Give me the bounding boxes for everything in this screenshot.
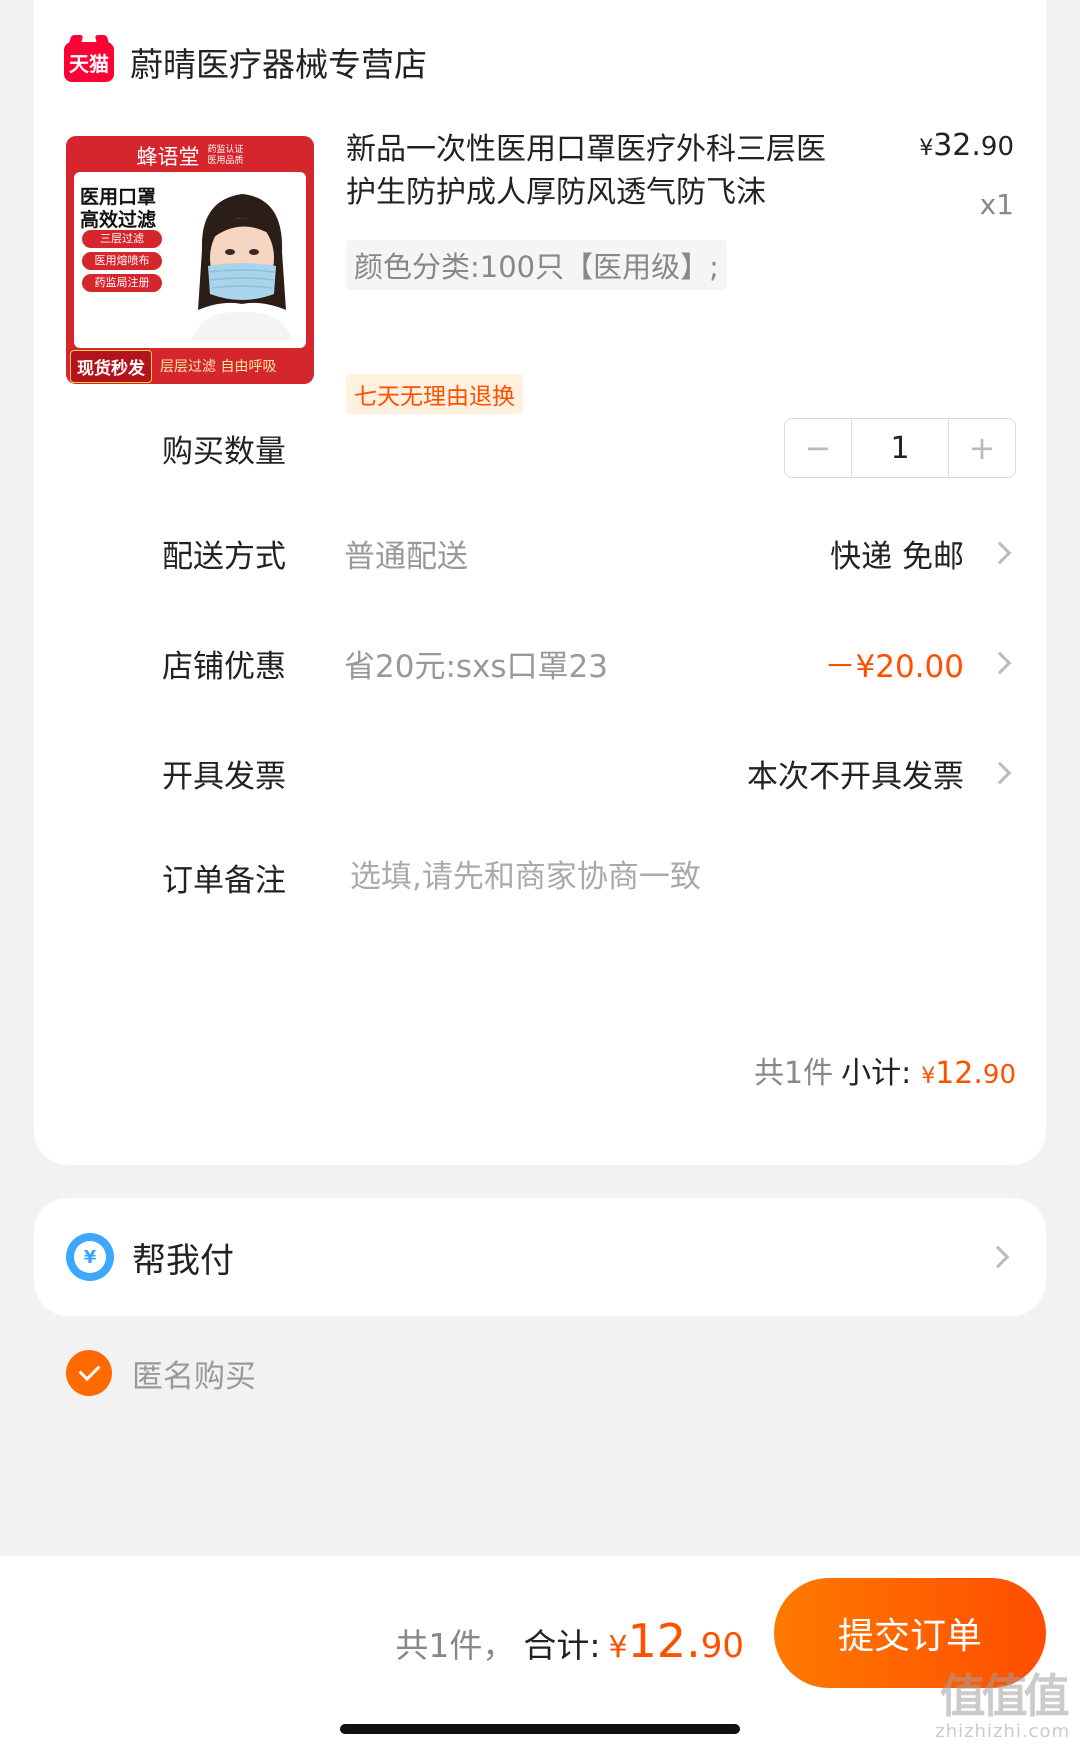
thumbnail-tag: 三层过滤 [82, 230, 162, 248]
quantity-value[interactable]: 1 [851, 419, 949, 477]
chevron-right-icon [988, 541, 1012, 565]
invoice-label: 开具发票 [162, 758, 286, 795]
yuan-coin-icon: ¥ [66, 1233, 114, 1281]
decrease-button[interactable]: − [785, 419, 851, 477]
remark-input[interactable] [350, 859, 850, 895]
delivery-label: 配送方式 [162, 538, 286, 575]
remark-label: 订单备注 [162, 862, 286, 899]
checkout-bar: 共1件， 合计: ¥12.90 提交订单 值值值 zhizhizhi.com [0, 1556, 1080, 1750]
total-int: 12. [627, 1614, 701, 1668]
watermark-logo: 值值值 zhizhizhi.com [935, 1671, 1070, 1742]
chevron-right-icon [988, 651, 1012, 675]
thumbnail-brand: 蜂语堂 [136, 145, 200, 169]
chevron-right-icon [988, 761, 1012, 785]
invoice-value: 本次不开具发票 [747, 758, 964, 795]
subtotal-amount: ¥12.90 [921, 1056, 1016, 1091]
product-thumbnail[interactable]: 蜂语堂 药监认证 医用品质 医用口罩 高效过滤 三层过滤 医用熔喷布 药监局注册 现… [66, 136, 314, 384]
invoice-row[interactable]: 开具发票 本次不开具发票 [162, 743, 1016, 803]
watermark-url: zhizhizhi.com [935, 1721, 1070, 1742]
tmall-logo-icon: 天猫 [64, 42, 114, 82]
thumbnail-badge: 现货秒发 [70, 349, 152, 383]
shop-name[interactable]: 蔚晴医疗器械专营店 [130, 38, 427, 86]
shop-header[interactable]: 天猫 蔚晴医疗器械专营店 [64, 38, 427, 86]
subtotal-count: 共1件 [753, 1056, 834, 1091]
discount-coupon: 省20元:sxs口罩23 [344, 648, 608, 685]
watermark-glyphs: 值值值 [939, 1669, 1070, 1723]
thumbnail-tag: 药监局注册 [82, 274, 162, 292]
cert-line-2: 医用品质 [207, 156, 244, 166]
thumb-title-2: 高效过滤 [80, 209, 157, 231]
price-int: 32. [933, 128, 981, 163]
delivery-type: 普通配送 [344, 538, 468, 575]
thumbnail-cert: 药监认证 医用品质 [207, 145, 243, 167]
yuan-glyph: ¥ [74, 1241, 106, 1273]
total-amount: ¥12.90 [608, 1614, 744, 1668]
price-currency: ¥ [919, 136, 934, 161]
price-dec: 90 [980, 132, 1014, 162]
order-total: 共1件， 合计: ¥12.90 [395, 1614, 744, 1668]
discount-row[interactable]: 店铺优惠 省20元:sxs口罩23 －¥20.00 [162, 633, 1016, 693]
anonymous-purchase-toggle[interactable]: 匿名购买 [66, 1350, 256, 1396]
remark-row: 订单备注 [162, 847, 1016, 907]
thumbnail-title: 医用口罩 高效过滤 [80, 186, 156, 232]
shop-order-card: 天猫 蔚晴医疗器械专营店 蜂语堂 药监认证 医用品质 医用口罩 高效过滤 三层过滤 … [34, 0, 1046, 1165]
product-sku[interactable]: 颜色分类:100只【医用级】; [346, 240, 727, 290]
help-me-pay-row[interactable]: ¥ 帮我付 [34, 1198, 1046, 1316]
delivery-value: 快递 免邮 [830, 538, 964, 575]
thumbnail-footer: 现货秒发 层层过滤 自由呼吸 [66, 348, 314, 384]
total-count: 共1件， [395, 1626, 516, 1665]
thumbnail-tag: 医用熔喷布 [82, 252, 162, 270]
chevron-right-icon [986, 1245, 1010, 1269]
subtotal-int: 12. [935, 1056, 983, 1091]
product-price: ¥32.90 [919, 128, 1014, 163]
thumbnail-slogan: 层层过滤 自由呼吸 [160, 359, 277, 375]
return-policy-badge: 七天无理由退换 [346, 374, 523, 414]
subtotal-dec: 90 [982, 1060, 1016, 1090]
thumb-title-1: 医用口罩 [80, 186, 157, 208]
nurse-face-illustration [192, 194, 292, 340]
discount-amount: －¥20.00 [824, 648, 964, 685]
anonymous-label: 匿名购买 [132, 1358, 256, 1395]
subtotal: 共1件 小计: ¥12.90 [754, 1048, 1016, 1092]
product-quantity: x1 [979, 188, 1014, 221]
cert-line-1: 药监认证 [207, 145, 244, 155]
total-currency: ¥ [608, 1630, 628, 1665]
thumbnail-body: 医用口罩 高效过滤 三层过滤 医用熔喷布 药监局注册 [74, 172, 306, 348]
tmall-logo-text: 天猫 [69, 51, 109, 76]
discount-label: 店铺优惠 [162, 648, 286, 685]
subtotal-label: 小计: [841, 1056, 912, 1091]
home-indicator[interactable] [340, 1724, 740, 1734]
quantity-row: 购买数量 − 1 + [162, 418, 1016, 478]
quantity-label: 购买数量 [162, 433, 286, 470]
thumbnail-header: 蜂语堂 药监认证 医用品质 [66, 136, 314, 176]
product-title[interactable]: 新品一次性医用口罩医疗外科三层医护生防护成人厚防风透气防飞沫 [346, 128, 836, 214]
quantity-stepper: − 1 + [784, 418, 1016, 478]
increase-button[interactable]: + [949, 419, 1015, 477]
total-dec: 90 [700, 1626, 744, 1666]
checkmark-icon[interactable] [66, 1350, 112, 1396]
delivery-row[interactable]: 配送方式 普通配送 快递 免邮 [162, 523, 1016, 583]
help-me-pay-label: 帮我付 [132, 1240, 234, 1281]
total-label: 合计: [523, 1626, 601, 1665]
subtotal-currency: ¥ [921, 1064, 936, 1089]
